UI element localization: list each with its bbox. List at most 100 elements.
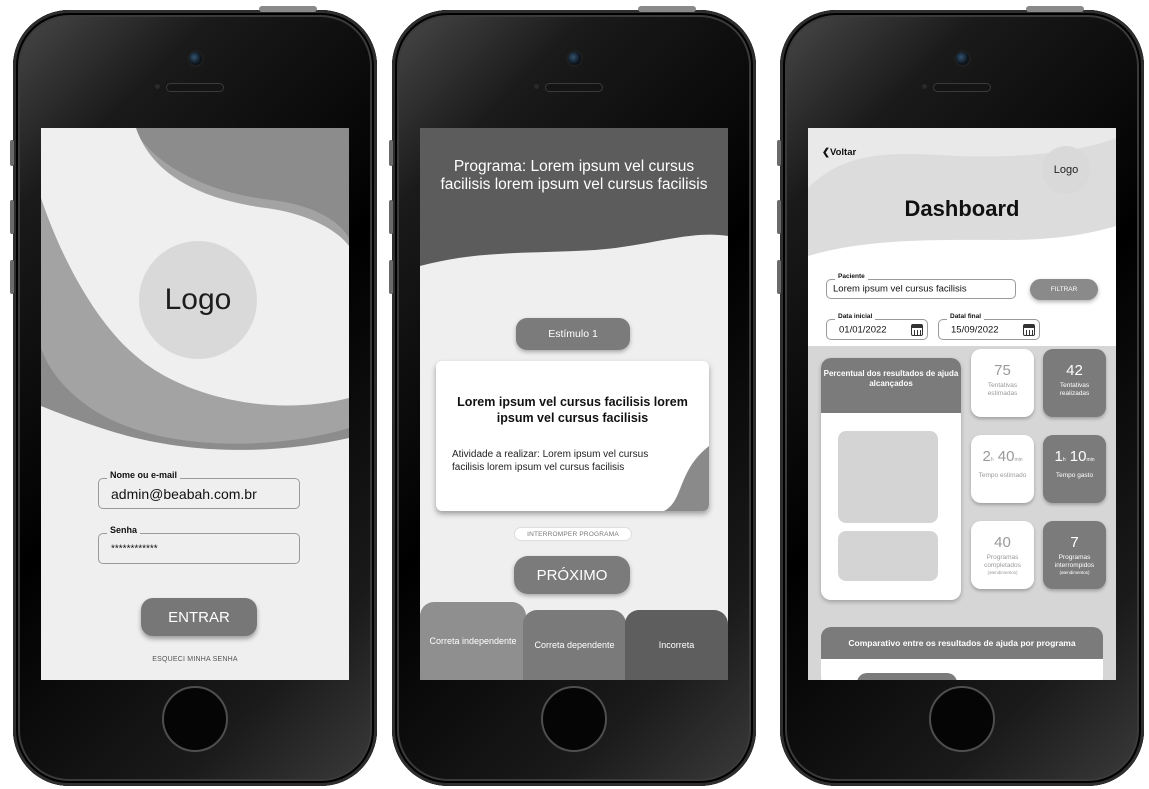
filter-button[interactable]: FILTRAR [1030,279,1098,300]
power-button [259,6,317,12]
tab-correct-dependent[interactable]: Correta dependente [523,610,626,680]
minutes-unit: min [1086,457,1095,463]
end-date-value: 15/09/2022 [951,324,999,335]
stat-label: Tentativas estimadas [987,382,1018,397]
end-date-field[interactable]: Datal final 15/09/2022 [938,313,1040,340]
mute-switch [389,140,393,166]
minutes: 10 [1069,448,1087,465]
stat-label: Programas completados [984,554,1021,569]
speaker [545,83,603,92]
volume-up-button [10,200,14,234]
start-date-field[interactable]: Data inicial 01/01/2022 [826,313,928,340]
hours: 2 [982,448,991,465]
dashboard-content: Percentual dos resultados de ajuda alcan… [808,346,1116,680]
calendar-icon[interactable] [1023,323,1035,336]
volume-down-button [10,260,14,294]
login-screen: Logo Nome ou e-mail admin@beabah.com.br … [41,128,349,680]
volume-down-button [389,260,393,294]
stat-value: 2h 40min [971,448,1034,469]
power-button [638,6,696,12]
home-button[interactable] [541,686,607,752]
volume-up-button [389,200,393,234]
home-button[interactable] [162,686,228,752]
activity-card: Lorem ipsum vel cursus facilisis lorem i… [436,361,709,511]
dashboard-screen: ❮Voltar Logo Dashboard Paciente Lorem ip… [808,128,1116,680]
header-wave [420,128,728,266]
program-title: Programa: Lorem ipsum vel cursus facilis… [440,158,708,193]
stat-programs-interrupted: 7 Programas interrompidos (atendimentos) [1043,521,1106,589]
volume-up-button [777,200,781,234]
front-sensor [922,84,927,89]
user-field[interactable]: Nome ou e-mail admin@beabah.com.br [98,470,300,509]
stat-value: 75 [994,362,1011,379]
tab-correct-independent[interactable]: Correta independente [420,602,526,680]
tab-correct-independent-label: Correta independente [429,635,517,646]
stat-note: (atendimentos) [1059,570,1090,575]
power-button [1026,6,1084,12]
enter-button[interactable]: ENTRAR [141,598,257,636]
help-results-panel: Percentual dos resultados de ajuda alcan… [821,358,961,600]
stat-note: (atendimentos) [987,570,1018,575]
legend-placeholder [838,531,938,581]
mute-switch [777,140,781,166]
comparison-panel: Comparativo entre os resultados de ajuda… [821,627,1103,680]
tab-incorrect-label: Incorreta [658,639,695,650]
stat-time-spent: 1h 10min Tempo gasto [1043,435,1106,503]
front-sensor [534,84,539,89]
program-screen: Programa: Lorem ipsum vel cursus facilis… [420,128,728,680]
hours: 1 [1054,448,1063,465]
stat-label: Tempo gasto [1055,472,1094,479]
hours-unit: h [1062,457,1066,463]
comparison-title: Comparativo entre os resultados de ajuda… [821,627,1103,659]
stat-value: 7 [1070,534,1079,551]
chart-placeholder [838,431,938,523]
interrupt-program-button[interactable]: INTERROMPER PROGRAMA [514,527,632,541]
patient-field-label: Paciente [835,273,868,280]
back-link[interactable]: ❮Voltar [822,147,856,158]
mute-switch [10,140,14,166]
volume-down-button [777,260,781,294]
phone-program: Programa: Lorem ipsum vel cursus facilis… [389,6,756,786]
stat-value: 1h 10min [1043,448,1106,469]
card-corner-shape [664,446,709,511]
panel-title: Percentual dos resultados de ajuda alcan… [821,358,961,413]
next-button[interactable]: PRÓXIMO [514,556,630,594]
stat-value: 40 [994,534,1011,551]
patient-field[interactable]: Paciente Lorem ipsum vel cursus facilisi… [826,273,1016,299]
back-label: Voltar [829,147,857,158]
password-field-label: Senha [107,525,141,535]
password-field[interactable]: Senha ************ [98,525,300,564]
home-button[interactable] [929,686,995,752]
speaker [933,83,991,92]
stat-programs-completed: 40 Programas completados (atendimentos) [971,521,1034,589]
tab-correct-dependent-label: Correta dependente [534,639,615,650]
card-text: Atividade a realizar: Lorem ipsum vel cu… [452,449,649,473]
hours-unit: h [990,457,994,463]
stat-value: 42 [1066,362,1083,379]
tab-incorrect[interactable]: Incorreta [625,610,728,680]
camera-icon [956,52,969,65]
user-field-value: admin@beabah.com.br [111,485,257,502]
forgot-password-link[interactable]: ESQUECI MINHA SENHA [41,656,349,663]
stat-label: Tempo estimado [978,472,1027,479]
user-field-label: Nome ou e-mail [107,470,181,480]
stat-label: Tentativas realizadas [1059,382,1090,397]
page-title: Dashboard [904,196,1020,221]
phone-dashboard: ❮Voltar Logo Dashboard Paciente Lorem ip… [777,6,1144,786]
camera-icon [568,52,581,65]
logo: Logo [139,241,257,359]
start-date-label: Data inicial [835,313,876,320]
calendar-icon[interactable] [911,323,923,336]
minutes-unit: min [1014,457,1023,463]
front-sensor [155,84,160,89]
stimulus-badge: Estímulo 1 [516,318,630,350]
phone-login: Logo Nome ou e-mail admin@beabah.com.br … [10,6,377,786]
start-date-value: 01/01/2022 [839,324,887,335]
stat-attempts-estimated: 75 Tentativas estimadas [971,349,1034,417]
end-date-label: Datal final [947,313,985,320]
patient-field-value: Lorem ipsum vel cursus facilisis [833,283,967,295]
minutes: 40 [997,448,1015,465]
speaker [166,83,224,92]
card-title: Lorem ipsum vel cursus facilisis lorem i… [457,395,688,425]
camera-icon [189,52,202,65]
